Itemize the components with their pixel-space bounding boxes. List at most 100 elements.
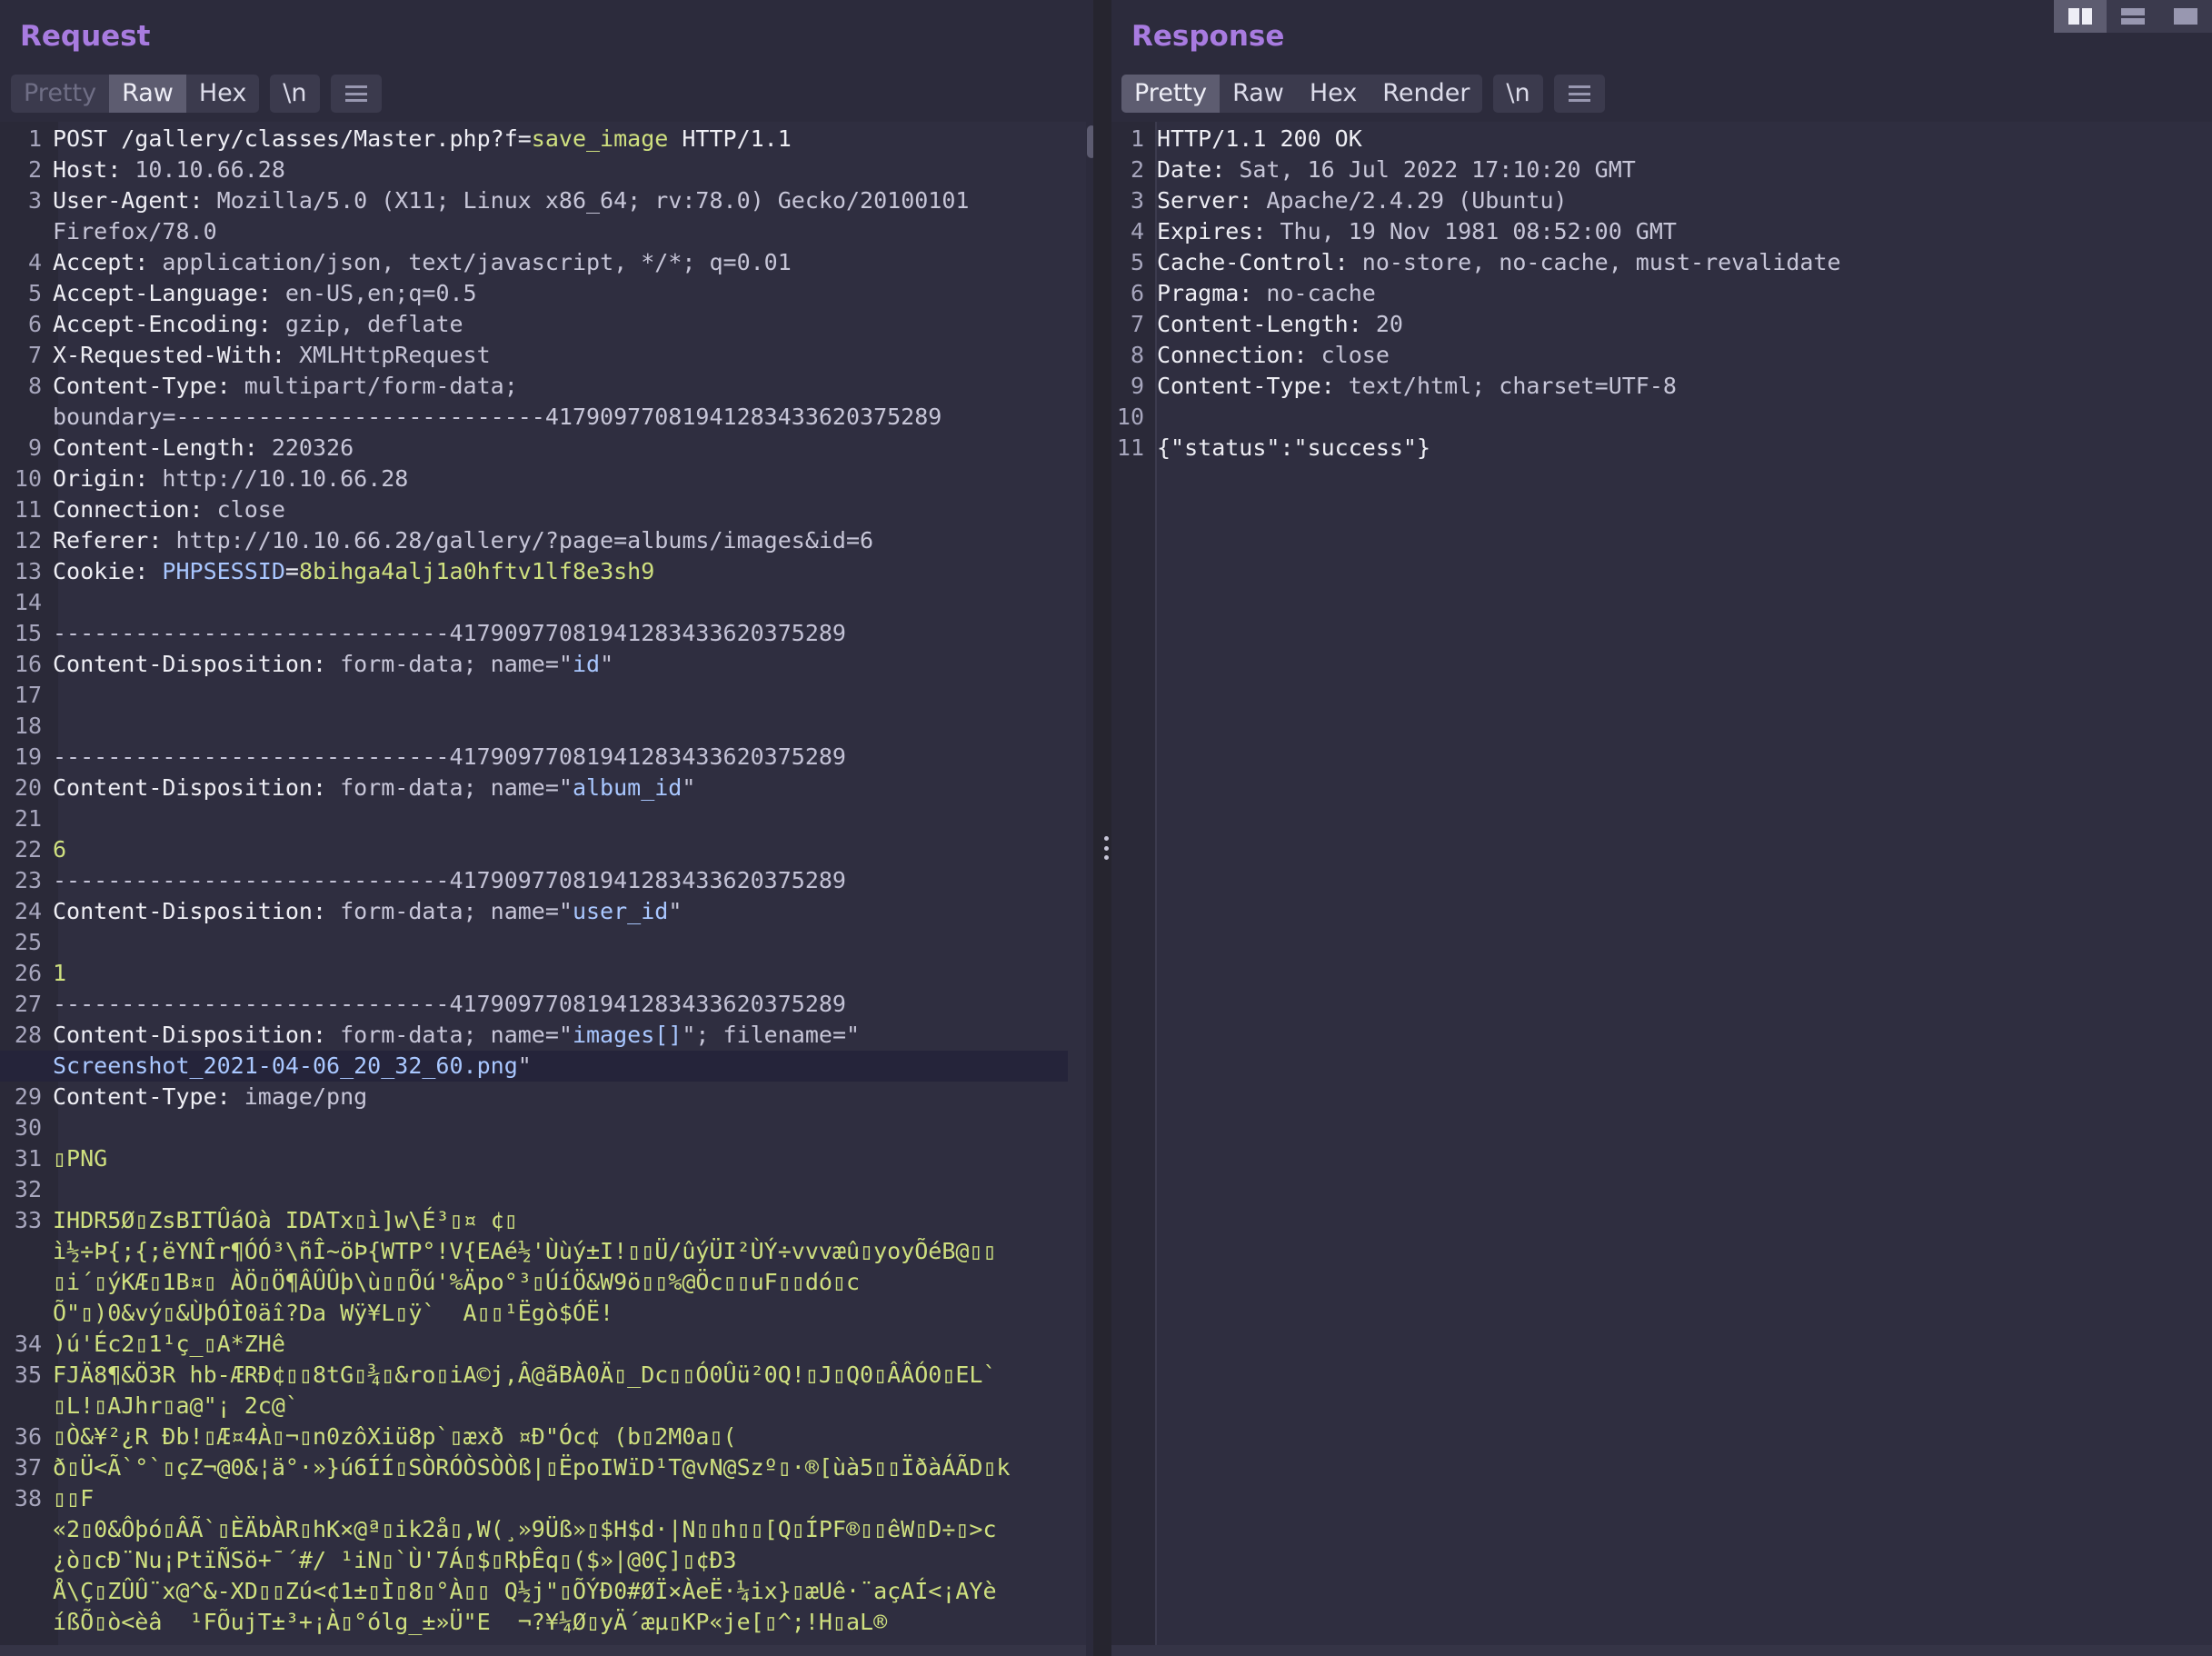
request-code-line[interactable]: ▯L!▯AJhr▯a@"¡ 2c@` (0, 1391, 1068, 1422)
response-code-line[interactable]: 7 Content-Length: 20 (1111, 309, 2194, 340)
request-tab-raw[interactable]: Raw (109, 75, 186, 113)
layout-split-columns-button[interactable] (2054, 0, 2107, 33)
request-code-line[interactable]: 35 FJÄ8¶&Ö3R hb-ÆRÐ¢▯▯8tG▯¾▯&ro▯iA©j,Â@ãB… (0, 1360, 1068, 1391)
response-code-line[interactable]: 5 Cache-Control: no-store, no-cache, must… (1111, 247, 2194, 278)
response-code[interactable]: 1 HTTP/1.1 200 OK 2 Date: Sat, 16 Jul 2022 … (1111, 124, 2194, 464)
request-code-line[interactable]: 6 Accept-Encoding: gzip, deflate (0, 309, 1068, 340)
request-code-line[interactable]: 33 IHDR5Ø▯ZsBITÛáOà IDATx▯ì]w\É³▯¤ ¢▯ (0, 1205, 1068, 1236)
request-code-line[interactable]: 29 Content-Type: image/png (0, 1082, 1068, 1112)
request-code-line[interactable]: ¿ò▯cÐ¨Nu¡PtïÑSö+¯´#/ ¹iN▯`Ù'7Á▯$▯RþÊq▯($… (0, 1545, 1068, 1576)
request-code-line[interactable]: 24 Content-Disposition: form-data; name="… (0, 896, 1068, 927)
code-token: multipart/form-data; (244, 373, 518, 399)
request-code-line[interactable]: 11 Connection: close (0, 494, 1068, 525)
request-code-line[interactable]: Õ"▯)0&vý▯&ÙþÓÌ0äî?Da Wÿ¥L▯ÿ` A▯▯¹Ëgò$ÓË! (0, 1298, 1068, 1329)
request-code-line[interactable]: ▯i´▯ýKÆ▯1B¤▯ ÀÖ▯Ö¶ÂÛÛþ\ù▯▯Õú'%Äpo°³▯ÚíÖ&… (0, 1267, 1068, 1298)
request-code-line[interactable]: 31 ▯PNG (0, 1143, 1068, 1174)
request-code-line[interactable]: 4 Accept: application/json, text/javascri… (0, 247, 1068, 278)
request-code-line[interactable]: 21 (0, 803, 1068, 834)
request-code-line[interactable]: ì½÷Þ{;{;ëYNÎr¶ÓÓ³\ñÎ~öÞ{WTP°!V{EAé½'Ùùý±… (0, 1236, 1068, 1267)
line-number: 17 (14, 682, 42, 708)
request-code-line[interactable]: 28 Content-Disposition: form-data; name="… (0, 1020, 1068, 1051)
line-number: 11 (1116, 434, 1144, 461)
request-code-line[interactable]: 9 Content-Length: 220326 (0, 433, 1068, 464)
response-code-line[interactable]: 9 Content-Type: text/html; charset=UTF-8 (1111, 371, 2194, 402)
pane-divider[interactable] (1093, 0, 1111, 1656)
request-code-line[interactable]: boundary=---------------------------4179… (0, 402, 1068, 433)
request-code-line[interactable]: 30 (0, 1112, 1068, 1143)
line-text: ð▯Ü<Ã`°`▯çZ¬@0&¦ä°·»}ú6ÍÍ▯SÒRÓÒSÒÒß|▯Ëpo… (53, 1452, 1068, 1483)
line-text: ▯PNG (53, 1143, 1068, 1174)
request-code-line[interactable]: 13 Cookie: PHPSESSID=8bihga4alj1a0hftv1lf… (0, 556, 1068, 587)
response-code-line[interactable]: 10 (1111, 402, 2194, 433)
drag-handle-icon[interactable] (1104, 836, 1110, 860)
request-code-line[interactable]: 36 ▯Ò&¥²¿R Ðb!▯Æ¤4À▯¬▯n0zôXiü8p`▯æxð ¤Ð"Ó… (0, 1422, 1068, 1452)
hamburger-icon (1568, 85, 1590, 102)
code-token: Content-Length: (1157, 311, 1376, 337)
request-code-line[interactable]: 17 (0, 680, 1068, 711)
response-code-line[interactable]: 1 HTTP/1.1 200 OK (1111, 124, 2194, 155)
response-tab-hex[interactable]: Hex (1297, 75, 1370, 113)
request-code-line[interactable]: 27 -----------------------------417909770… (0, 989, 1068, 1020)
request-code[interactable]: 1 POST /gallery/classes/Master.php?f=save… (0, 124, 1068, 1638)
layout-split-rows-button[interactable] (2107, 0, 2159, 33)
response-code-line[interactable]: 4 Expires: Thu, 19 Nov 1981 08:52:00 GMT (1111, 216, 2194, 247)
line-number (0, 402, 53, 433)
request-editor[interactable]: 1 POST /gallery/classes/Master.php?f=save… (0, 122, 1086, 1645)
response-newline-toggle[interactable]: \n (1493, 75, 1542, 113)
request-code-line[interactable]: 34)ú'Éc2▯1¹ç_▯A*ZHê (0, 1329, 1068, 1360)
layout-single-button[interactable] (2159, 0, 2212, 33)
code-token: 6 (53, 836, 67, 863)
response-code-line[interactable]: 11 {"status":"success"} (1111, 433, 2194, 464)
line-number: 6 (1130, 280, 1144, 306)
response-tab-render[interactable]: Render (1370, 75, 1482, 113)
line-number: 16 (14, 651, 42, 677)
code-token: Content-Disposition: (53, 774, 341, 801)
request-code-line[interactable]: 26 1 (0, 958, 1068, 989)
line-text: Firefox/78.0 (53, 216, 1068, 247)
request-code-line[interactable]: 14 (0, 587, 1068, 618)
request-newline-toggle[interactable]: \n (270, 75, 319, 113)
line-text: Content-Type: image/png (53, 1082, 1068, 1112)
request-code-line[interactable]: 8 Content-Type: multipart/form-data; (0, 371, 1068, 402)
response-editor[interactable]: 1 HTTP/1.1 200 OK 2 Date: Sat, 16 Jul 2022 … (1111, 122, 2212, 1645)
code-token: 8bihga4alj1a0hftv1lf8e3sh9 (298, 558, 655, 584)
request-code-line[interactable]: 7 X-Requested-With: XMLHttpRequest (0, 340, 1068, 371)
request-code-line[interactable]: 25 (0, 927, 1068, 958)
line-text: ì½÷Þ{;{;ëYNÎr¶ÓÓ³\ñÎ~öÞ{WTP°!V{EAé½'Ùùý±… (53, 1236, 1068, 1267)
request-code-line[interactable]: 18 (0, 711, 1068, 742)
request-code-line[interactable]: Screenshot_2021-04-06_20_32_60.png" (0, 1051, 1068, 1082)
request-code-line[interactable]: 32 (0, 1174, 1068, 1205)
request-code-line[interactable]: 22 6 (0, 834, 1068, 865)
line-text (53, 680, 1068, 711)
request-code-line[interactable]: 12 Referer: http://10.10.66.28/gallery/?p… (0, 525, 1068, 556)
request-code-line[interactable]: 10 Origin: http://10.10.66.28 (0, 464, 1068, 494)
response-code-line[interactable]: 3 Server: Apache/2.4.29 (Ubuntu) (1111, 185, 2194, 216)
request-code-line[interactable]: 19 -----------------------------417909770… (0, 742, 1068, 773)
request-code-line[interactable]: 37 ð▯Ü<Ã`°`▯çZ¬@0&¦ä°·»}ú6ÍÍ▯SÒRÓÒSÒÒß|▯Ë… (0, 1452, 1068, 1483)
request-code-line[interactable]: 15 -----------------------------417909770… (0, 618, 1068, 649)
request-code-line[interactable]: 2 Host: 10.10.66.28 (0, 155, 1068, 185)
request-tab-hex[interactable]: Hex (186, 75, 259, 113)
request-code-line[interactable]: 38 ▯▯F (0, 1483, 1068, 1514)
request-code-line[interactable]: 5 Accept-Language: en-US,en;q=0.5 (0, 278, 1068, 309)
request-code-line[interactable]: 20 Content-Disposition: form-data; name="… (0, 773, 1068, 803)
line-number: 21 (14, 805, 42, 832)
response-tab-raw[interactable]: Raw (1220, 75, 1297, 113)
response-code-line[interactable]: 6 Pragma: no-cache (1111, 278, 2194, 309)
response-options-button[interactable] (1553, 75, 1605, 113)
request-tab-pretty[interactable]: Pretty (11, 75, 109, 113)
request-options-button[interactable] (330, 75, 382, 113)
request-code-line[interactable]: Firefox/78.0 (0, 216, 1068, 247)
request-code-line[interactable]: Å\Ç▯ZÛÛ¨x@^&-XD▯▯Zú<¢1±▯Ì▯8▯°À▯▯ Q½j"▯ÕÝ… (0, 1576, 1068, 1607)
request-code-line[interactable]: 23 -----------------------------417909770… (0, 865, 1068, 896)
request-code-line[interactable]: «2▯0&Ôþó▯ÂÃ`▯ÈÄbÀR▯hK×@ª▯ik2å▯,W(¸»9Üß»▯… (0, 1514, 1068, 1545)
response-tab-pretty[interactable]: Pretty (1121, 75, 1221, 113)
response-code-line[interactable]: 8 Connection: close (1111, 340, 2194, 371)
request-code-line[interactable]: 1 POST /gallery/classes/Master.php?f=save… (0, 124, 1068, 155)
line-number: 19 (14, 743, 42, 770)
request-code-line[interactable]: íßÕ▯ò<èâ ¹FÕujT±³+¡À▯°ólg_±»Ü"E ¬?¥¼Ø▯yÄ… (0, 1607, 1068, 1638)
response-code-line[interactable]: 2 Date: Sat, 16 Jul 2022 17:10:20 GMT (1111, 155, 2194, 185)
request-code-line[interactable]: 16 Content-Disposition: form-data; name="… (0, 649, 1068, 680)
request-code-line[interactable]: 3 User-Agent: Mozilla/5.0 (X11; Linux x86… (0, 185, 1068, 216)
line-number (0, 1514, 53, 1545)
